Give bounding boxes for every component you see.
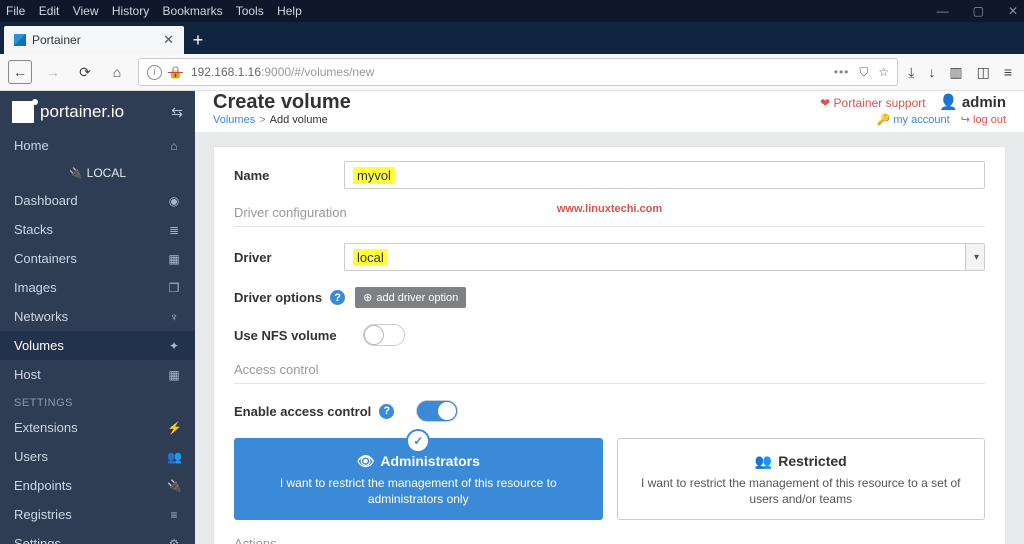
tachometer-icon: ◉ [167, 194, 181, 208]
check-icon: ✓ [406, 429, 430, 453]
menu-edit[interactable]: Edit [39, 4, 60, 18]
sidebar-item-endpoints[interactable]: Endpoints🔌 [0, 471, 195, 500]
top-links: ❤ Portainer support 👤 admin 🔑 my account… [820, 93, 1006, 126]
app-menu-icon[interactable]: ≡ [1004, 64, 1012, 81]
menu-bookmarks[interactable]: Bookmarks [163, 4, 223, 18]
database-icon: ≡ [167, 508, 181, 522]
sidebar-heading-settings: SETTINGS [0, 389, 195, 413]
sidebar-item-registries[interactable]: Registries≡ [0, 500, 195, 529]
collapse-sidebar-icon[interactable]: ⇆ [171, 104, 183, 121]
driver-options-help-icon[interactable]: ? [330, 290, 345, 305]
crumb-volumes[interactable]: Volumes [213, 114, 255, 126]
main-content: Create volume Volumes>Add volume ❤ Porta… [195, 91, 1024, 544]
logout-link[interactable]: ↪ log out [961, 114, 1006, 126]
access-help-icon[interactable]: ? [379, 404, 394, 419]
sidebar-item-containers[interactable]: Containers▦ [0, 244, 195, 273]
window-minimize-icon[interactable]: — [937, 4, 949, 18]
tab-favicon-icon [14, 34, 26, 46]
admins-desc: I want to restrict the management of thi… [251, 476, 586, 507]
hdd-icon: ✦ [167, 339, 181, 353]
bolt-icon: ⚡ [167, 421, 181, 435]
admins-title: Administrators [251, 453, 586, 470]
driver-select[interactable]: local [344, 243, 985, 271]
menu-tools[interactable]: Tools [236, 4, 264, 18]
nav-back-icon[interactable]: ← [8, 60, 32, 84]
tab-title: Portainer [32, 33, 81, 47]
enable-access-label: Enable access control [234, 404, 371, 419]
plug-icon: 🔌 [167, 479, 181, 493]
nav-forward-icon: → [42, 61, 64, 83]
users-icon: 👥 [167, 450, 181, 464]
browser-tab[interactable]: Portainer ✕ [4, 26, 184, 54]
tracking-shield-icon[interactable]: ⛉ [859, 65, 868, 80]
crumb-leaf: Add volume [270, 114, 328, 126]
nfs-toggle[interactable] [363, 324, 405, 346]
menu-help[interactable]: Help [277, 4, 302, 18]
my-account-link[interactable]: 🔑 my account [877, 114, 950, 126]
watermark: www.linuxtechi.com [557, 203, 662, 215]
driver-label: Driver [234, 250, 344, 265]
tab-close-icon[interactable]: ✕ [163, 32, 174, 48]
sidebar-item-dashboard[interactable]: Dashboard◉ [0, 186, 195, 215]
page-actions-icon[interactable]: ••• [834, 65, 850, 79]
url-text: 192.168.1.16:9000/#/volumes/new [191, 65, 834, 79]
add-driver-option-button[interactable]: add driver option [355, 287, 466, 308]
restricted-title: Restricted [634, 453, 969, 470]
browser-tabbar: Portainer ✕ + [0, 22, 1024, 54]
sidebar-item-networks[interactable]: Networks♆ [0, 302, 195, 331]
home-icon: ⌂ [167, 139, 181, 153]
sitemap-icon: ♆ [167, 310, 181, 324]
th-icon: ▦ [167, 368, 181, 382]
browser-navbar: ← → ⟳ ⌂ i 🔒 192.168.1.16:9000/#/volumes/… [0, 54, 1024, 91]
name-label: Name [234, 168, 344, 183]
nav-reload-icon[interactable]: ⟳ [74, 61, 96, 83]
url-bar[interactable]: i 🔒 192.168.1.16:9000/#/volumes/new ••• … [138, 58, 898, 86]
window-maximize-icon[interactable]: ▢ [973, 4, 984, 18]
restricted-desc: I want to restrict the management of thi… [634, 476, 969, 507]
sidebar-item-users[interactable]: Users👥 [0, 442, 195, 471]
sidebar-icon[interactable]: ◫ [977, 64, 990, 81]
library-icon[interactable]: ▥ [949, 64, 962, 81]
section-access-control: Access control [234, 362, 985, 384]
menu-history[interactable]: History [112, 4, 149, 18]
sidebar-item-home[interactable]: Home⌂ [0, 131, 195, 160]
insecure-icon: 🔒 [168, 65, 183, 79]
logo-icon [12, 101, 34, 123]
section-actions: Actions [234, 536, 985, 544]
sidebar-item-images[interactable]: Images❐ [0, 273, 195, 302]
brand-logo[interactable]: portainer.io ⇆ [0, 91, 195, 131]
bookmark-star-icon[interactable]: ☆ [878, 65, 889, 79]
sidebar-item-volumes[interactable]: Volumes✦ [0, 331, 195, 360]
access-option-restricted[interactable]: Restricted I want to restrict the manage… [617, 438, 986, 520]
sidebar-env-local[interactable]: LOCAL [0, 160, 195, 186]
os-titlebar: File Edit View History Bookmarks Tools H… [0, 0, 1024, 22]
clone-icon: ❐ [167, 281, 181, 295]
nav-home-icon[interactable]: ⌂ [106, 61, 128, 83]
sidebar-item-host[interactable]: Host▦ [0, 360, 195, 389]
sidebar-item-extensions[interactable]: Extensions⚡ [0, 413, 195, 442]
menu-view[interactable]: View [73, 4, 99, 18]
access-toggle[interactable] [416, 400, 458, 422]
app-sidebar: portainer.io ⇆ Home⌂ LOCAL Dashboard◉ St… [0, 91, 195, 544]
sidebar-item-settings[interactable]: Settings⚙ [0, 529, 195, 544]
window-close-icon[interactable]: ✕ [1008, 4, 1018, 18]
support-link[interactable]: ❤ Portainer support [820, 96, 925, 110]
menu-file[interactable]: File [6, 4, 25, 18]
list-icon: ≣ [167, 223, 181, 237]
new-tab-button[interactable]: + [184, 26, 212, 54]
cogs-icon: ⚙ [167, 537, 181, 544]
pocket-icon[interactable]: ⤓ [908, 64, 914, 81]
access-option-admins[interactable]: ✓ Administrators I want to restrict the … [234, 438, 603, 520]
site-info-icon[interactable]: i [147, 65, 162, 80]
user-label: 👤 admin [939, 94, 1006, 111]
name-input[interactable]: myvol [344, 161, 985, 189]
driver-options-label: Driver options [234, 290, 322, 305]
sidebar-item-stacks[interactable]: Stacks≣ [0, 215, 195, 244]
downloads-icon[interactable]: ↓ [928, 64, 935, 81]
brand-text: portainer.io [40, 102, 124, 122]
nfs-label: Use NFS volume [234, 328, 337, 343]
cubes-icon: ▦ [167, 252, 181, 266]
